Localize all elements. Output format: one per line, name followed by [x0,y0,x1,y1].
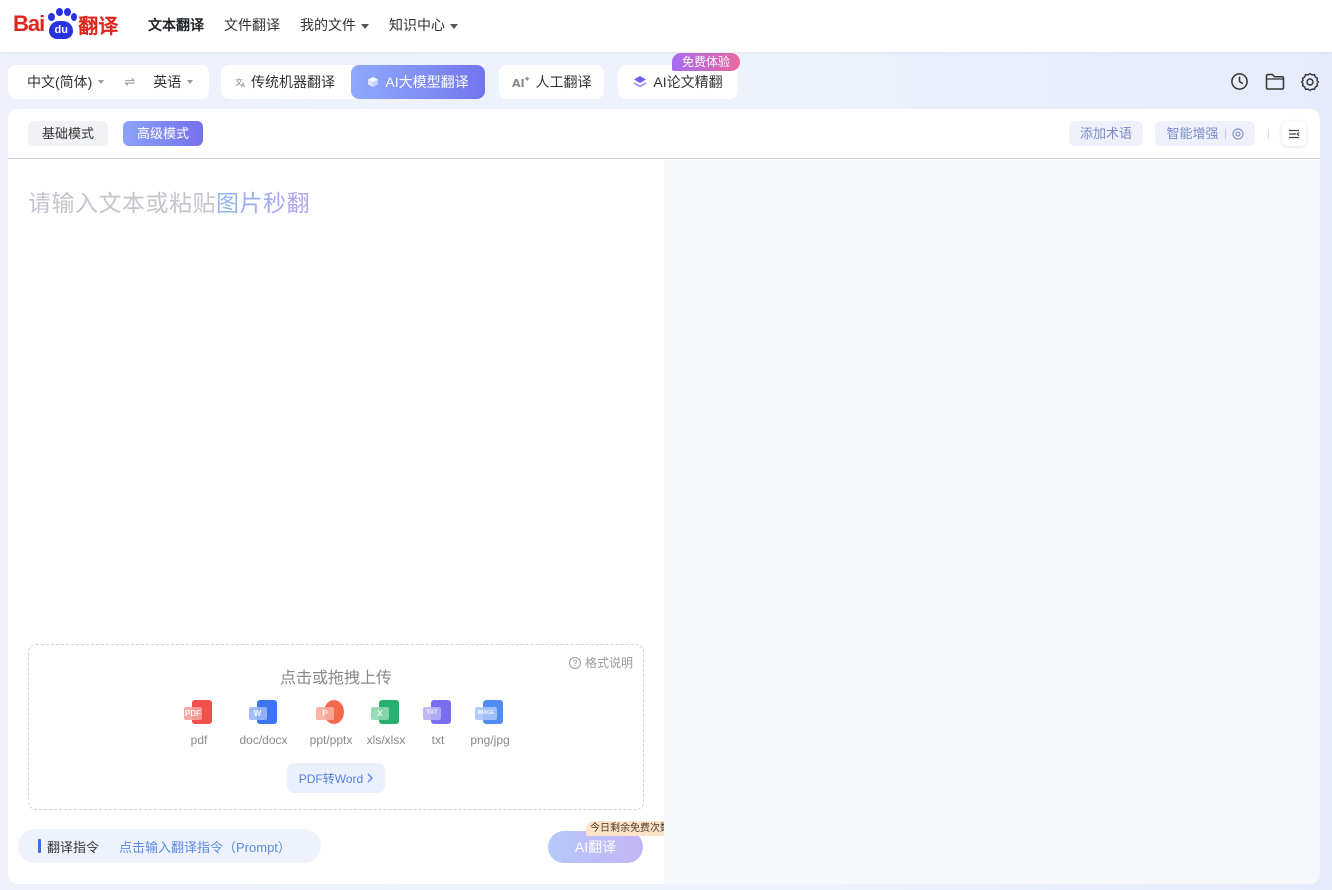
toolbar-icons [1229,71,1320,92]
logo-bai-text: Bai [13,11,45,36]
source-pane: 请输入文本或粘贴图片秒翻 ? 格式说明 点击或拖拽上传 PDF pdf W do… [8,160,683,884]
chevron-down-icon [361,23,369,29]
panel-header: 基础模式 高级模式 添加术语 智能增强 [8,109,1320,159]
excel-icon: X [371,700,401,726]
human-translate-button[interactable]: AI 人工翻译 [499,65,604,99]
powerpoint-icon: P [316,700,346,726]
gear-icon[interactable] [1299,71,1320,92]
image-translate-link[interactable]: 图片秒翻 [216,190,310,216]
target-pane [664,160,1320,884]
target-language-select[interactable]: 英语 [153,72,194,92]
nav-my-files[interactable]: 我的文件 [300,15,369,35]
cube-icon [368,77,379,87]
file-type-pdf: PDF pdf [181,700,217,747]
free-trial-badge: 免费体验 [672,53,740,71]
collapse-panel-button[interactable] [1282,121,1306,146]
translate-icon: 文 A [235,77,246,88]
chevron-down-icon [98,80,105,84]
file-type-doc: W doc/docx [225,700,302,747]
file-types-row: PDF pdf W doc/docx P ppt/pptx X xls/xlsx… [181,700,516,747]
txt-icon: TXT [423,700,453,726]
file-type-txt: TXT txt [412,700,464,747]
advanced-mode-tab[interactable]: 高级模式 [123,121,203,146]
svg-text:AI: AI [512,77,525,89]
target-icon [1231,127,1244,140]
pdf-to-word-button[interactable]: PDF转Word [287,763,385,793]
nav-text-translate[interactable]: 文本翻译 [148,15,204,35]
chevron-down-icon [187,80,194,84]
collapse-icon [1289,129,1300,138]
paw-icon: du [45,8,78,40]
add-term-button[interactable]: 添加术语 [1069,121,1143,146]
file-type-ppt: P ppt/pptx [302,700,360,747]
chevron-right-icon [367,773,374,783]
upload-title: 点击或拖拽上传 [279,670,392,687]
prompt-input[interactable]: 点击输入翻译指令（Prompt） [119,837,291,856]
translation-prompt-bar[interactable]: 翻译指令 点击输入翻译指令（Prompt） [18,829,321,863]
prompt-label: 翻译指令 [47,839,100,855]
layers-icon [634,76,647,88]
pdf-icon: PDF [184,700,214,726]
clock-icon[interactable] [1229,71,1250,92]
main-nav: 文本翻译 文件翻译 我的文件 知识中心 [148,0,458,50]
file-upload-dropzone[interactable]: ? 格式说明 点击或拖拽上传 PDF pdf W doc/docx P ppt/… [28,644,644,810]
translation-mode-group: 文 A 传统机器翻译 AI大模型翻译 [221,65,485,99]
source-language-select[interactable]: 中文(简体) [27,72,105,92]
accent-bar [38,839,41,853]
divider [1224,128,1226,139]
top-navbar: Bai du 翻译 文本翻译 文件翻译 我的文件 知识中心 [0,0,1332,52]
file-type-xls: X xls/xlsx [360,700,412,747]
divider [1268,129,1269,139]
swap-languages-icon[interactable]: ⇌ [124,74,135,90]
folder-icon[interactable] [1264,71,1285,92]
basic-mode-tab[interactable]: 基础模式 [28,121,108,146]
ai-sparkle-icon: AI [512,76,530,89]
language-selector: 中文(简体) ⇌ 英语 [8,65,209,99]
chevron-down-icon [450,23,458,29]
traditional-mt-button[interactable]: 文 A 传统机器翻译 [235,65,335,99]
source-text-input[interactable]: 请输入文本或粘贴图片秒翻 [28,184,310,218]
ai-model-translate-button[interactable]: AI大模型翻译 [351,65,485,99]
baidu-translate-logo[interactable]: Bai du 翻译 [13,4,118,44]
logo-fanyi-text: 翻译 [78,15,119,38]
svg-text:A: A [241,82,246,88]
nav-file-translate[interactable]: 文件翻译 [224,15,280,35]
translate-panel: 基础模式 高级模式 添加术语 智能增强 请输入文本或粘贴图片秒翻 ? 格式说明 … [8,109,1320,884]
nav-knowledge-center[interactable]: 知识中心 [389,15,458,35]
word-icon: W [248,700,279,726]
smart-enhance-button[interactable]: 智能增强 [1155,121,1255,146]
image-icon: IMAGE [475,700,505,726]
file-type-image: IMAGE png/jpg [464,700,516,747]
